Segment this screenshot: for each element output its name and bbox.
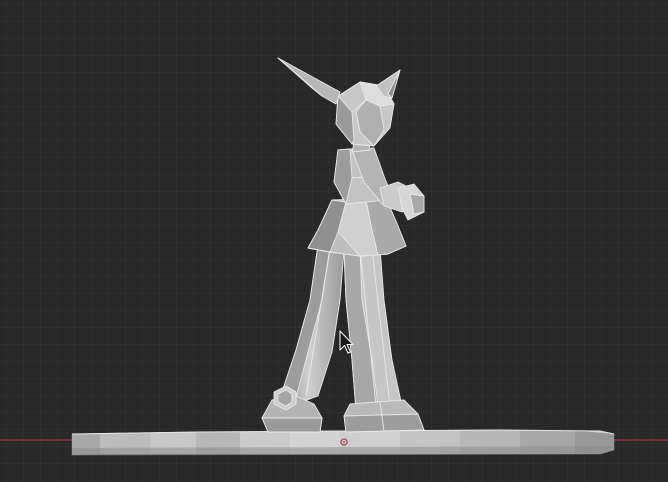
3d-viewport[interactable]: [0, 0, 668, 482]
viewport-canvas[interactable]: [0, 0, 668, 482]
base-pedestal[interactable]: [71, 429, 615, 456]
